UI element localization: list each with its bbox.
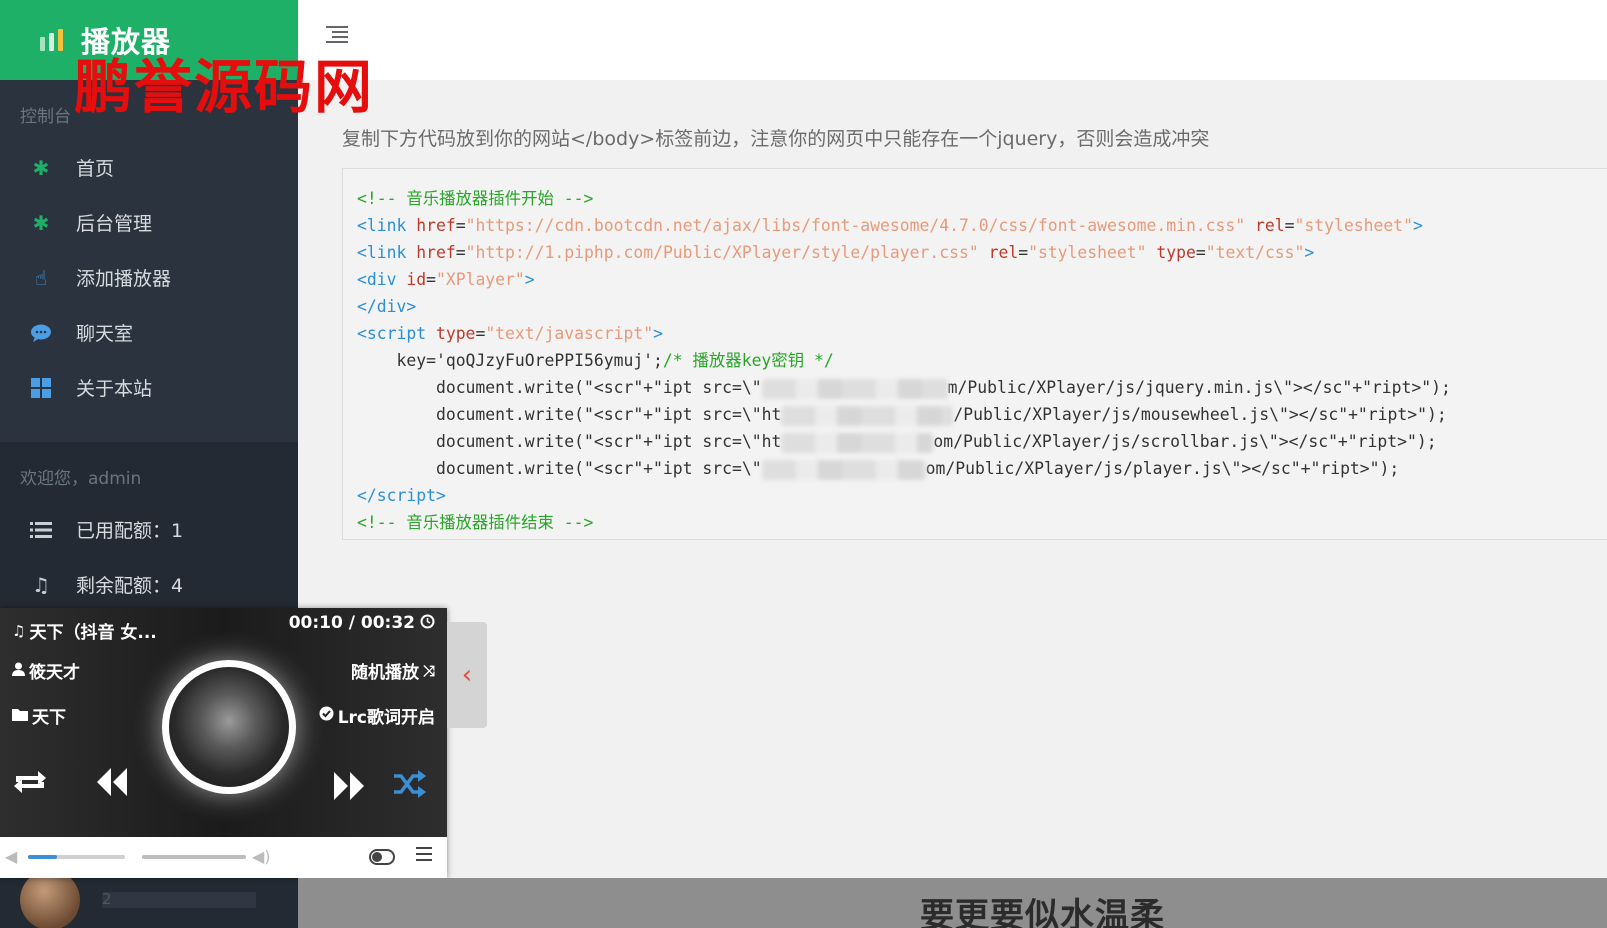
song-title-text: 天下（抖音 女...: [29, 623, 157, 643]
list-icon: [30, 519, 52, 541]
main-content: 复制下方代码放到你的网站</body>标签前边，注意你的网页中只能存在一个jqu…: [298, 80, 1607, 928]
sidebar-item-chatroom[interactable]: 聊天室: [0, 305, 298, 360]
code-line: document.write("<scr"+"ipt src=\"ht/Publ…: [435, 405, 1447, 426]
sidebar-item-admin[interactable]: ✱ 后台管理: [0, 195, 298, 250]
code-line: key='qoQJzyFuOrePPI56ymuj';/* 播放器key密钥 *…: [396, 351, 834, 370]
code-line: document.write("<scr"+"ipt src=\" m/Publi…: [435, 378, 1451, 399]
app-root: 播放器 控制台 ✱ 首页 ✱ 后台管理 ☝ 添加播放器 聊天室 关于本站 欢迎您…: [0, 0, 1607, 928]
lyric-bar: 要更要似水温柔: [298, 878, 1607, 928]
music-player: ♫ 天下（抖音 女... 筱天才 天下 00:10 / 00:32 随机播放 ⤨…: [0, 608, 447, 878]
intro-text: 复制下方代码放到你的网站</body>标签前边，注意你的网页中只能存在一个jqu…: [342, 128, 1210, 150]
chevron-left-icon: ‹: [461, 660, 473, 690]
shuffle-button[interactable]: [392, 769, 428, 805]
code-line: <link href="http://1.piphp.com/Public/XP…: [357, 243, 1315, 262]
comment-icon: [30, 322, 52, 344]
sidebar-item-about[interactable]: 关于本站: [0, 360, 298, 415]
player-body: ♫ 天下（抖音 女... 筱天才 天下 00:10 / 00:32 随机播放 ⤨…: [0, 608, 447, 837]
play-mode[interactable]: 随机播放 ⤨: [350, 658, 435, 684]
user-id-prefix: 2: [102, 890, 112, 908]
song-title: ♫ 天下（抖音 女...: [12, 618, 157, 644]
music-icon: ♫: [32, 572, 50, 597]
code-line: <link href="https://cdn.bootcdn.net/ajax…: [357, 216, 1423, 235]
artist-text: 筱天才: [29, 663, 80, 683]
topbar: [298, 0, 1607, 80]
avatar: [20, 870, 80, 928]
welcome-text: 欢迎您，admin: [20, 469, 142, 489]
repeat-button[interactable]: [12, 768, 48, 802]
sidebar-item-label: 后台管理: [76, 213, 153, 235]
check-circle-icon: [319, 706, 334, 725]
code-line: </script>: [357, 486, 446, 505]
asterisk-icon: ✱: [32, 155, 50, 180]
sidebar-item-label: 首页: [76, 158, 115, 180]
sidebar-item-label: 聊天室: [76, 323, 134, 345]
quota-used: 已用配额：1: [0, 502, 298, 557]
play-time-text: 00:10 / 00:32: [288, 613, 415, 633]
lrc-text: Lrc歌词开启: [337, 708, 435, 728]
embed-code-block[interactable]: <!-- 音乐播放器插件开始 --> <link href="https://c…: [342, 168, 1607, 540]
asterisk-icon: ✱: [32, 210, 50, 235]
collapse-player-button[interactable]: ‹: [447, 622, 487, 728]
code-line: </div>: [357, 297, 417, 316]
player-controls-bar: ◀ ◀): [0, 837, 447, 878]
lyric-text: 要更要似水温柔: [920, 896, 1165, 928]
play-time: 00:10 / 00:32: [289, 613, 435, 633]
grid-icon: [30, 377, 52, 399]
quota-remaining: ♫ 剩余配额：4: [0, 557, 298, 612]
code-line: <!-- 音乐播放器插件结束 -->: [357, 513, 594, 532]
sidebar-item-home[interactable]: ✱ 首页: [0, 140, 298, 195]
sidebar-item-label: 添加播放器: [76, 268, 172, 290]
album-cover: [162, 660, 296, 794]
lrc-toggle[interactable]: Lrc歌词开启: [319, 703, 435, 728]
music-note-icon: ♫: [12, 621, 26, 640]
volume-fill: [142, 855, 246, 859]
previous-button[interactable]: [95, 766, 129, 804]
volume-high-icon[interactable]: ◀): [252, 847, 271, 866]
equalizer-icon: [40, 29, 63, 51]
quota-remaining-label: 剩余配额：4: [76, 575, 184, 597]
shuffle-icon: ⤨: [422, 661, 435, 680]
playlist-icon[interactable]: [416, 847, 432, 861]
quota-used-label: 已用配额：1: [76, 520, 184, 542]
code-line: <script type="text/javascript">: [357, 324, 663, 343]
progress-fill: [28, 855, 58, 859]
code-line: <div id="XPlayer">: [357, 270, 535, 289]
menu-toggle-icon[interactable]: [326, 24, 350, 44]
code-line: <!-- 音乐播放器插件开始 -->: [357, 189, 594, 208]
clock-icon: [420, 614, 435, 633]
code-line: document.write("<scr"+"ipt src=\" om/Publ…: [435, 459, 1400, 480]
volume-slider[interactable]: [142, 855, 246, 859]
user-icon: [12, 662, 25, 680]
folder-icon: [12, 707, 28, 725]
sidebar-item-label: 关于本站: [76, 378, 153, 400]
next-button[interactable]: [332, 770, 366, 808]
sidebar-item-add-player[interactable]: ☝ 添加播放器: [0, 250, 298, 305]
volume-low-icon[interactable]: ◀: [5, 847, 17, 866]
user-id-redacted: [102, 892, 256, 908]
album: 天下: [12, 703, 66, 728]
album-text: 天下: [32, 708, 66, 728]
lyric-toggle-switch[interactable]: [369, 849, 395, 865]
code-line: document.write("<scr"+"ipt src=\"ht om/Pu…: [435, 432, 1437, 453]
play-mode-text: 随机播放: [350, 663, 419, 683]
artist: 筱天才: [12, 658, 80, 683]
progress-bar[interactable]: [28, 855, 125, 859]
console-section-title: 控制台: [20, 107, 71, 127]
watermark: 鹏誉源码网: [74, 53, 375, 121]
thumbs-up-icon: ☝: [34, 265, 48, 290]
